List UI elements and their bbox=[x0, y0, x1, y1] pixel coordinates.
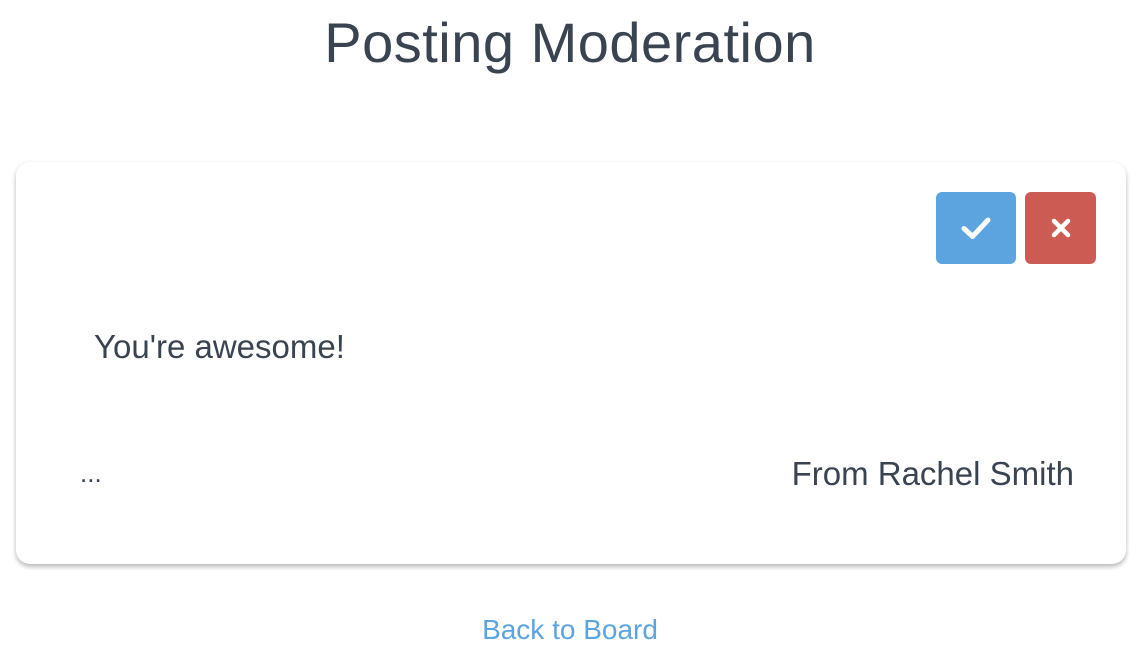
check-icon bbox=[961, 216, 991, 240]
page-title: Posting Moderation bbox=[324, 11, 816, 74]
more-options-button[interactable]: ... bbox=[80, 458, 102, 488]
reject-button[interactable] bbox=[1025, 192, 1096, 264]
post-author: From Rachel Smith bbox=[791, 455, 1074, 492]
back-to-board-link[interactable]: Back to Board bbox=[0, 612, 1140, 648]
close-icon bbox=[1050, 217, 1072, 239]
post-message: You're awesome! bbox=[94, 328, 345, 365]
post-card: You're awesome! ... From Rachel Smith bbox=[16, 162, 1126, 564]
approve-button[interactable] bbox=[936, 192, 1016, 264]
back-to-board-label[interactable]: Back to Board bbox=[482, 614, 658, 645]
moderation-page: Posting Moderation You're awesome! ... F… bbox=[0, 0, 1140, 658]
